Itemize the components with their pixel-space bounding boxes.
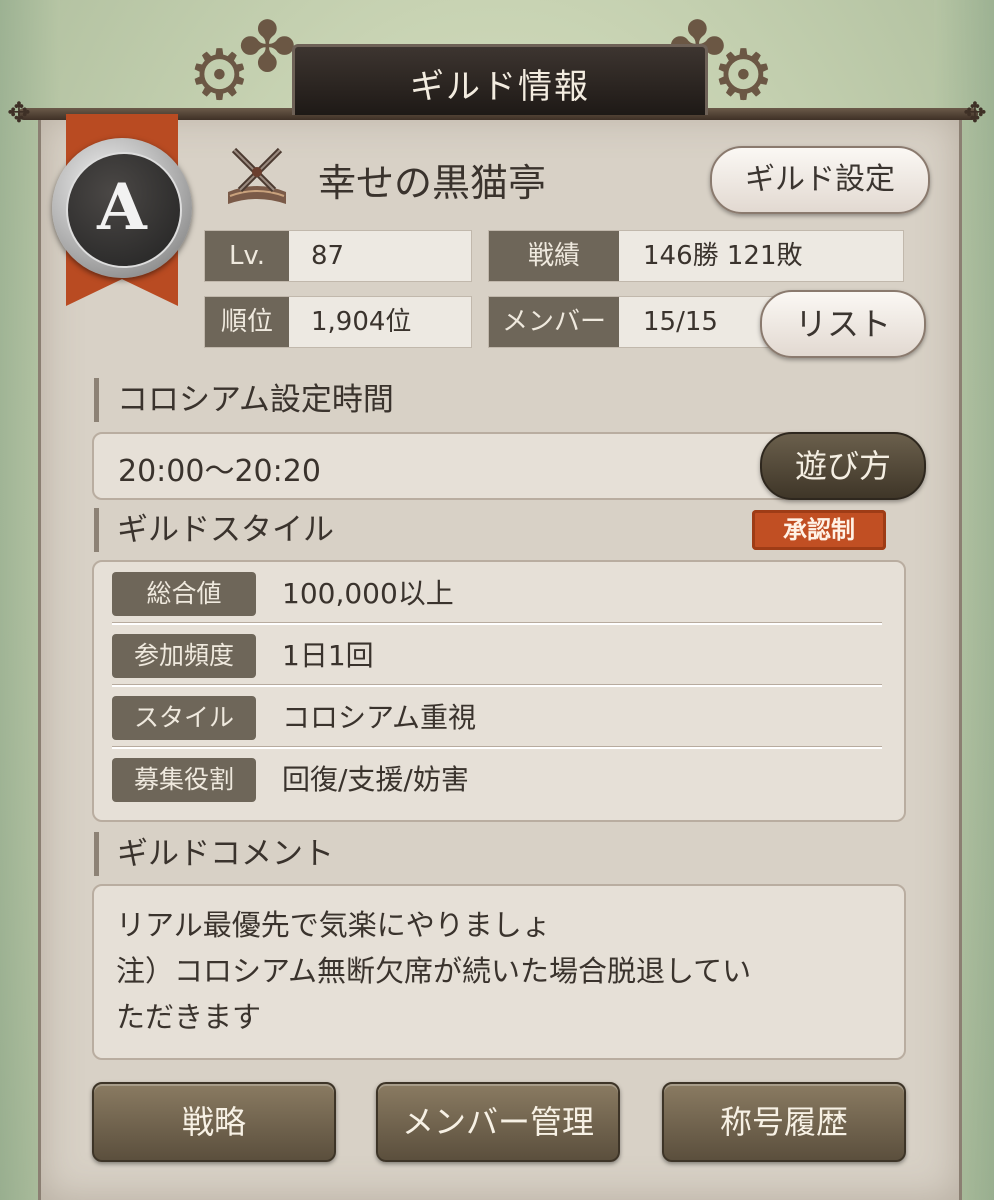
rod-ornament-icon: ✥ xyxy=(963,96,987,129)
record-row: 戦績 146勝 121敗 xyxy=(488,230,904,282)
rank-value: 1,904位 xyxy=(311,307,412,337)
style-row-value: コロシアム重視 xyxy=(282,701,477,734)
comment-line: 注）コロシアム無断欠席が続いた場合脱退してい xyxy=(116,954,752,988)
style-row-label: 募集役割 xyxy=(112,758,256,802)
guild-comment-heading: ギルドコメント xyxy=(94,832,334,876)
members-value: 15/15 xyxy=(643,307,718,337)
rank-row: 順位 1,904位 xyxy=(204,296,472,348)
members-label: メンバー xyxy=(489,297,619,347)
members-row: メンバー 15/15 xyxy=(488,296,790,348)
rod-ornament-icon: ✥ xyxy=(7,96,31,129)
page-title: ギルド情報 xyxy=(410,67,590,107)
style-row-value: 回復/支援/妨害 xyxy=(282,763,469,796)
how-to-play-button[interactable]: 遊び方 xyxy=(760,432,926,500)
title-history-button[interactable]: 称号履歴 xyxy=(662,1082,906,1162)
guild-rank-letter: A xyxy=(97,170,147,245)
record-value: 146勝 121敗 xyxy=(643,241,803,271)
style-row-label: スタイル xyxy=(112,696,256,740)
member-list-button[interactable]: リスト xyxy=(760,290,926,358)
comment-line: リアル最優先で気楽にやりましょ xyxy=(116,908,551,942)
comment-line: ただきます xyxy=(116,1000,262,1034)
approval-required-badge: 承認制 xyxy=(752,510,886,550)
strategy-button[interactable]: 戦略 xyxy=(92,1082,336,1162)
divider xyxy=(112,622,882,625)
member-management-button[interactable]: メンバー管理 xyxy=(376,1082,620,1162)
level-value: 87 xyxy=(311,241,345,271)
style-row-value: 1日1回 xyxy=(282,639,374,672)
title-bar: ギルド情報 xyxy=(292,44,708,115)
level-label: Lv. xyxy=(205,231,289,281)
record-label: 戦績 xyxy=(489,231,619,281)
guild-name: 幸せの黒猫亭 xyxy=(318,161,547,205)
rank-label: 順位 xyxy=(205,297,289,347)
style-row-label: 総合値 xyxy=(112,572,256,616)
guild-style-heading: ギルドスタイル xyxy=(94,508,334,552)
colosseum-time-heading: コロシアム設定時間 xyxy=(94,378,394,422)
level-row: Lv. 87 xyxy=(204,230,472,282)
colosseum-time-value: 20:00～20:20 xyxy=(118,454,321,489)
divider xyxy=(112,746,882,749)
crossed-swords-emblem-icon xyxy=(228,147,286,204)
flower-ornament-icon: ✤ xyxy=(238,6,297,88)
style-row-label: 参加頻度 xyxy=(112,634,256,678)
divider xyxy=(112,684,882,687)
style-row-value: 100,000以上 xyxy=(282,577,454,610)
guild-settings-button[interactable]: ギルド設定 xyxy=(710,146,930,214)
